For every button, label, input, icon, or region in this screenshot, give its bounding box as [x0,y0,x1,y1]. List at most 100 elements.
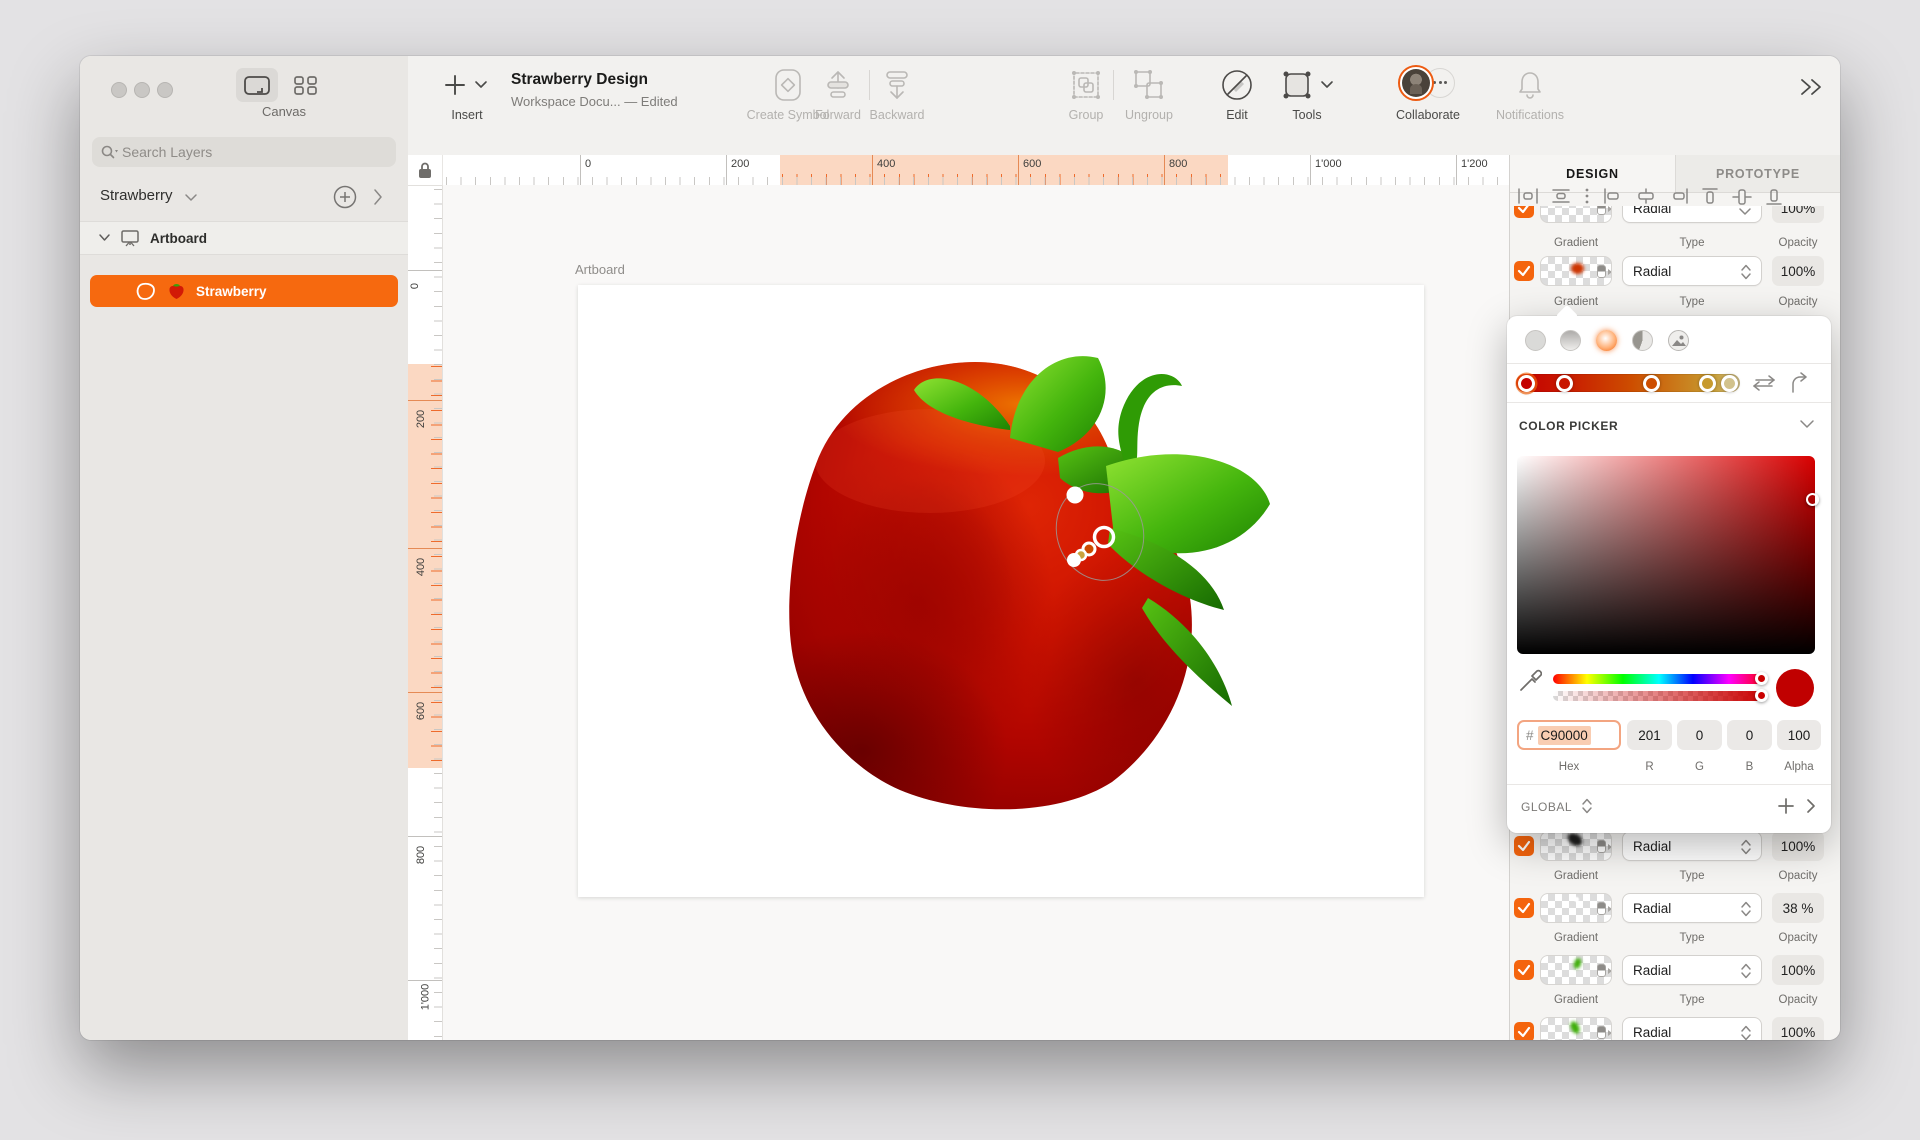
ruler-top[interactable]: 0 200 400 600 800 1'000 1'200 [442,155,1509,186]
fill-type-dropdown[interactable]: Radial [1622,955,1762,985]
window-close-button[interactable] [111,82,127,98]
grid-view-icon[interactable] [292,74,320,97]
align-bottom-icon[interactable] [1765,187,1783,207]
page-chevron-down-icon[interactable] [184,193,198,203]
toolbar-overflow-chevrons-icon[interactable] [1798,77,1828,97]
artboard-view-icon[interactable] [243,75,271,96]
fill-gradient-swatch[interactable] [1540,955,1612,985]
gradient-stop[interactable] [1699,375,1716,392]
sidebar-item-artboard[interactable]: Artboard [80,221,408,255]
collaborator-avatar[interactable] [1398,65,1434,101]
fill-type-dropdown[interactable]: Radial [1622,893,1762,923]
align-left-icon[interactable] [1603,187,1623,205]
blue-input[interactable]: 0 [1727,720,1772,750]
gradient-stop-selected[interactable] [1518,375,1535,392]
sidebar-item-strawberry-layer[interactable]: Strawberry [90,275,398,307]
gradient-stop[interactable] [1556,375,1573,392]
green-input[interactable]: 0 [1677,720,1722,750]
artboard-icon [119,228,141,248]
red-input[interactable]: 201 [1627,720,1672,750]
fill-opacity-field[interactable]: 100% [1772,1017,1824,1040]
distribute-vertically-icon[interactable] [1551,187,1571,205]
alpha-input[interactable]: 100 [1777,720,1821,750]
ruler-left[interactable]: 0 200 400 600 800 1'000 [408,185,443,1040]
window-minimize-button[interactable] [134,82,150,98]
fill-opacity-field[interactable]: 100% [1772,256,1824,286]
ruler-top-label: 200 [731,158,749,170]
align-center-horizontal-icon[interactable] [1635,187,1657,205]
color-picker-collapse-chevron-icon[interactable] [1799,419,1815,431]
fill-opacity-field[interactable]: 38 % [1772,893,1824,923]
fill-enabled-checkbox[interactable] [1514,1022,1534,1040]
gradient-ellipse-handle[interactable] [1067,487,1084,504]
canvas-area[interactable]: Artboard [442,185,1509,1040]
fill-opacity-field[interactable]: 100% [1772,955,1824,985]
ruler-top-label: 600 [1023,158,1041,170]
distribute-horizontally-icon[interactable] [1517,187,1539,205]
lock-icon [417,161,433,179]
window-zoom-button[interactable] [157,82,173,98]
global-expand-chevron[interactable] [1805,798,1817,814]
fill-style-linear-gradient-button[interactable] [1560,330,1581,351]
divider [1507,402,1831,403]
strawberry-artwork[interactable] [770,346,1290,816]
hue-knob[interactable] [1755,672,1768,685]
align-top-icon[interactable] [1701,187,1719,207]
fill-gradient-swatch[interactable] [1540,256,1612,286]
page-name[interactable]: Strawberry [100,187,173,204]
fill-style-image-button[interactable] [1668,330,1689,351]
align-middle-vertical-icon[interactable] [1731,187,1753,207]
saturation-selector[interactable] [1806,493,1819,506]
add-global-color-button[interactable] [1777,797,1795,815]
artboard-title-label[interactable]: Artboard [575,262,625,277]
eyedropper-icon[interactable] [1518,667,1542,693]
fill-enabled-checkbox[interactable] [1514,836,1534,856]
reverse-gradient-icon[interactable] [1751,374,1777,392]
gradient-stop[interactable] [1643,375,1660,392]
saturation-brightness-area[interactable] [1517,456,1815,654]
fill-opacity-field[interactable]: 100% [1772,831,1824,861]
fill-style-flat-button[interactable] [1525,330,1546,351]
fill-enabled-checkbox[interactable] [1514,261,1534,281]
fill-opacity-field[interactable]: 100% [1772,206,1824,223]
alpha-slider[interactable] [1553,691,1765,701]
alpha-knob[interactable] [1755,689,1768,702]
fill-enabled-checkbox[interactable] [1514,898,1534,918]
fill-enabled-checkbox[interactable] [1514,960,1534,980]
fill-gradient-swatch[interactable] [1540,1017,1612,1040]
tidy-icon[interactable] [1583,187,1591,205]
fill-type-dropdown[interactable]: Radial [1622,206,1762,223]
add-page-button[interactable] [332,184,358,210]
pages-expand-chevron[interactable] [372,188,384,206]
fill-gradient-swatch[interactable] [1540,893,1612,923]
alignment-toolbar [1517,187,1783,207]
rotate-gradient-icon[interactable] [1789,372,1811,394]
document-subtitle: Workspace Docu... — Edited [511,94,678,109]
align-right-icon[interactable] [1669,187,1689,205]
gradient-stop[interactable] [1721,375,1738,392]
fill-enabled-checkbox[interactable] [1514,206,1534,218]
opacity-label: Opacity [1772,237,1824,249]
layers-sidebar: Canvas Strawberry [80,56,409,1040]
fill-type-dropdown[interactable]: Radial [1622,256,1762,286]
divider [1507,784,1831,785]
hex-input[interactable]: # C90000 [1517,720,1621,750]
search-input[interactable] [120,143,388,161]
global-updown-icon[interactable] [1581,797,1593,815]
fill-type-dropdown[interactable]: Radial [1622,1017,1762,1040]
artboard-collapse-chevron-icon[interactable] [98,233,111,243]
fill-gradient-swatch[interactable] [1540,206,1612,223]
fill-style-angular-gradient-button[interactable] [1632,330,1653,351]
search-layers-field[interactable] [92,137,396,167]
ruler-lock-corner[interactable] [408,155,443,186]
gradient-end-handle[interactable] [1067,553,1081,567]
gradient-label: Gradient [1540,870,1612,882]
fill-style-radial-gradient-button[interactable] [1596,330,1617,351]
app-window: Canvas Strawberry [80,56,1840,1040]
hue-slider[interactable] [1553,674,1765,684]
fill-gradient-swatch[interactable] [1540,831,1612,861]
strawberry-thumbnail-icon [167,281,186,301]
fill-type-dropdown[interactable]: Radial [1622,831,1762,861]
document-title-block[interactable]: Strawberry Design Workspace Docu... — Ed… [511,71,678,109]
type-label: Type [1622,870,1762,882]
